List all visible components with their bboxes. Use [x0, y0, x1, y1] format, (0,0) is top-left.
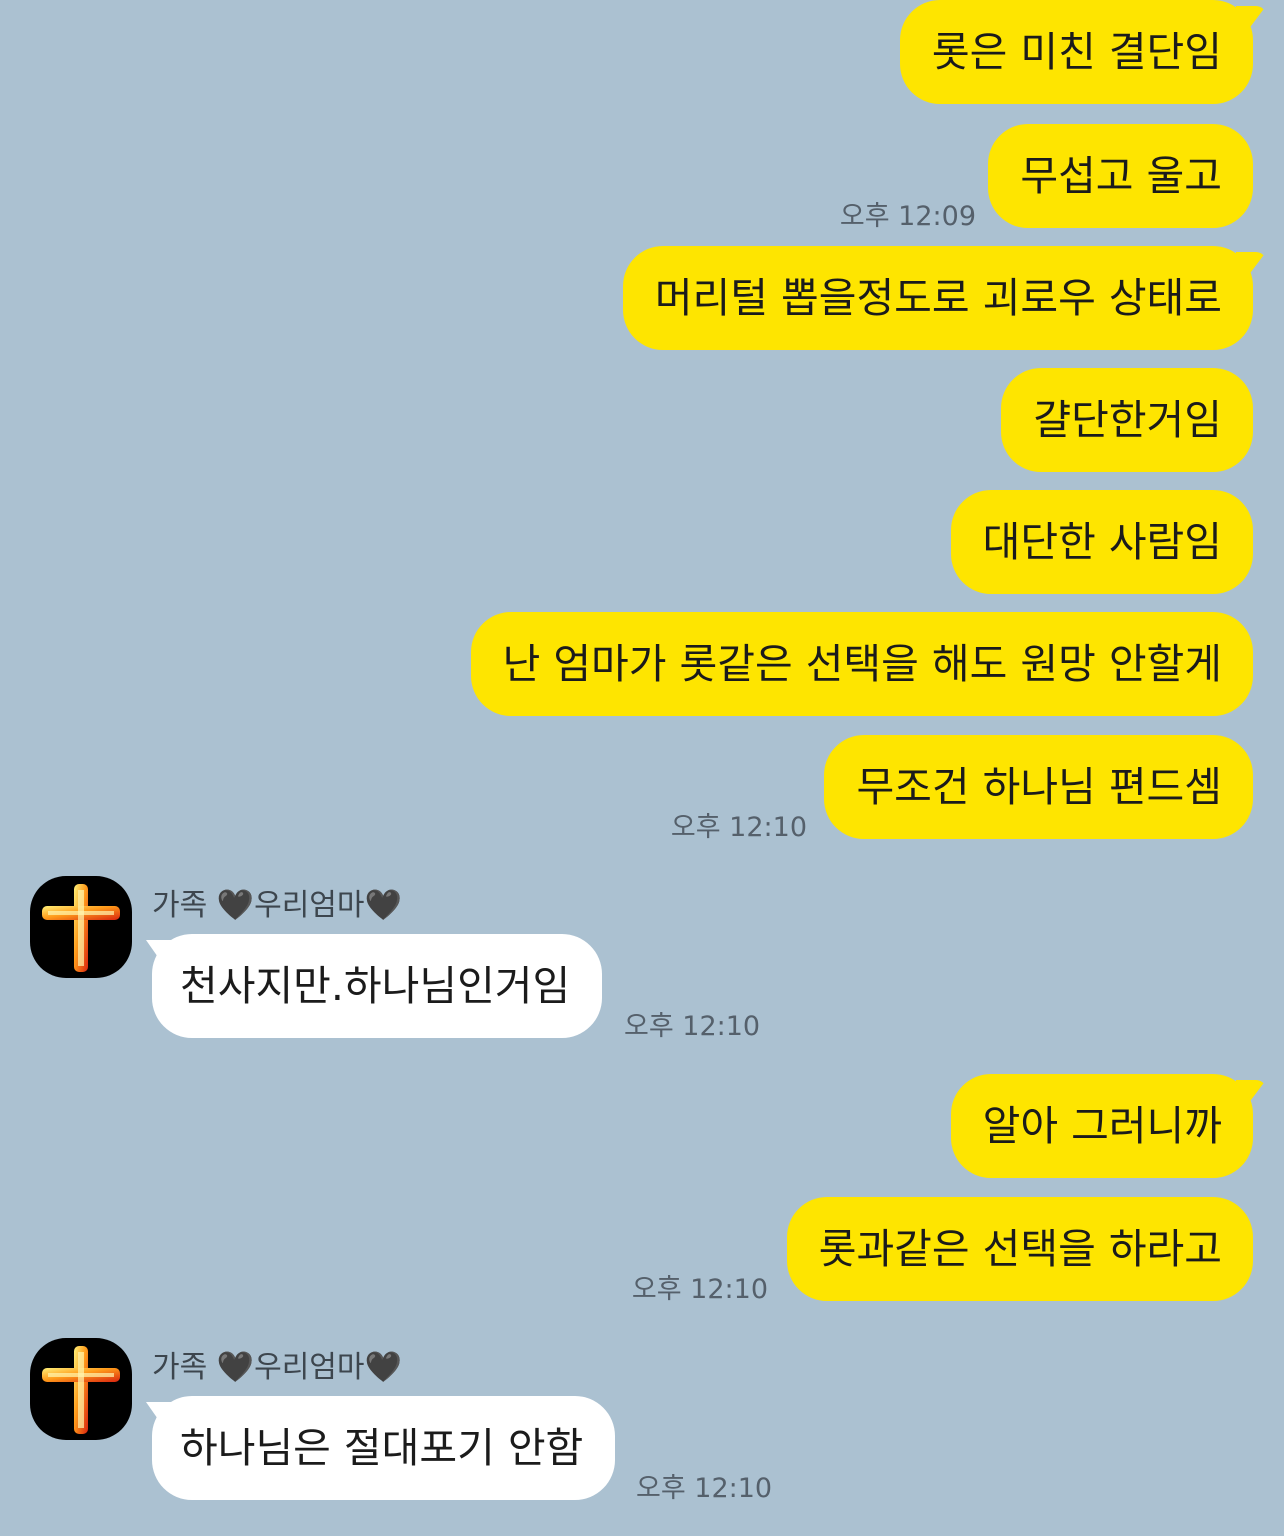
my-message-bubble[interactable]: 대단한 사람임 — [950, 490, 1253, 594]
my-message-bubble[interactable]: 알아 그러니까 — [950, 1074, 1253, 1178]
message-timestamp: 오후 12:10 — [624, 1011, 761, 1042]
message-timestamp: 오후 12:10 — [631, 1274, 768, 1305]
my-message-bubble[interactable]: 걀단한거임 — [1001, 368, 1253, 472]
message-timestamp: 오후 12:09 — [839, 201, 976, 232]
fire-cross-icon[interactable] — [30, 1338, 132, 1440]
sender-name: 가족 🖤우리엄마🖤 — [152, 1350, 402, 1385]
their-message-bubble[interactable]: 천사지만.하나님인거임 — [152, 934, 603, 1038]
my-message-bubble[interactable]: 머리털 뽑을정도로 괴로우 상태로 — [622, 246, 1253, 350]
my-message-bubble[interactable]: 난 엄마가 롯같은 선택을 해도 원망 안할게 — [470, 612, 1253, 716]
message-timestamp: 오후 12:10 — [670, 812, 807, 843]
sender-name: 가족 🖤우리엄마🖤 — [152, 888, 402, 923]
my-message-bubble[interactable]: 무조건 하나님 편드셈 — [824, 735, 1253, 839]
their-message-bubble[interactable]: 하나님은 절대포기 안함 — [152, 1396, 616, 1500]
message-timestamp: 오후 12:10 — [636, 1473, 773, 1504]
my-message-bubble[interactable]: 무섭고 울고 — [988, 124, 1253, 228]
my-message-bubble[interactable]: 롯은 미친 결단임 — [899, 0, 1253, 104]
fire-cross-icon[interactable] — [30, 876, 132, 978]
my-message-bubble[interactable]: 롯과같은 선택을 하라고 — [786, 1197, 1253, 1301]
